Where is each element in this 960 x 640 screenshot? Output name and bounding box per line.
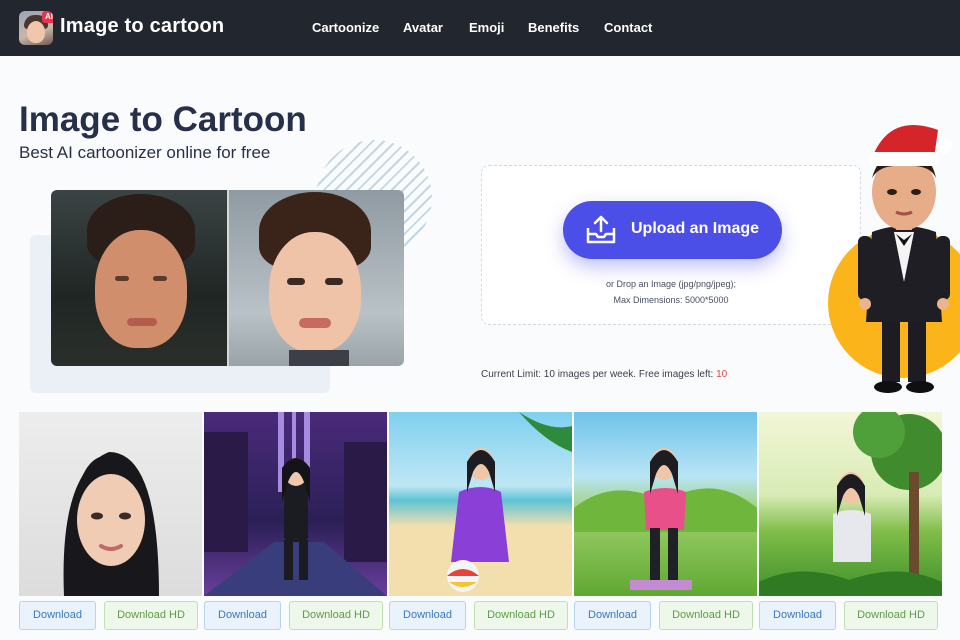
cartoon-meadow-image (574, 448, 757, 590)
ai-badge: AI (42, 11, 53, 23)
page-title: Image to Cartoon (19, 100, 307, 139)
free-images-left: 10 (716, 369, 728, 380)
gallery-tile-4[interactable] (574, 412, 757, 596)
drop-hint: or Drop an Image (jpg/png/jpeg); (605, 279, 737, 289)
nav-link-benefits[interactable]: Benefits (528, 20, 579, 35)
download-button-5[interactable]: Download (759, 601, 836, 630)
download-button-2[interactable]: Download (204, 601, 281, 630)
limit-text: Current Limit: 10 images per week. Free … (481, 369, 714, 380)
logo-avatar-icon[interactable]: AI (19, 11, 53, 45)
upload-button-label: Upload an Image (631, 220, 760, 237)
gallery-tile-2[interactable] (204, 412, 387, 596)
nav-link-emoji[interactable]: Emoji (469, 20, 504, 35)
page-subtitle: Best AI cartoonizer online for free (19, 143, 271, 162)
nav-link-cartoonize[interactable]: Cartoonize (312, 20, 379, 35)
after-photo (229, 190, 404, 366)
cartoon-city-image (204, 412, 387, 596)
max-dimensions-hint: Max Dimensions: 5000*5000 (613, 295, 729, 305)
download-button-3[interactable]: Download (389, 601, 466, 630)
download-hd-button-4[interactable]: Download HD (659, 601, 753, 630)
cartoon-tree-image (759, 412, 942, 596)
nav-link-avatar[interactable]: Avatar (403, 20, 443, 35)
top-navbar: AI Image to cartoon Cartoonize Avatar Em… (0, 0, 960, 56)
usage-limit: Current Limit: 10 images per week. Free … (481, 369, 727, 380)
cartoon-portrait-image (63, 452, 159, 596)
gallery-tile-1[interactable] (19, 412, 202, 596)
before-after-image (51, 190, 404, 366)
upload-image-button[interactable]: Upload an Image (563, 201, 782, 259)
download-button-4[interactable]: Download (574, 601, 651, 630)
download-hd-button-2[interactable]: Download HD (289, 601, 383, 630)
download-hd-button-5[interactable]: Download HD (844, 601, 938, 630)
gallery-tile-3[interactable] (389, 412, 572, 596)
brand-name[interactable]: Image to cartoon (60, 15, 224, 38)
cartoon-beach-image (447, 412, 572, 592)
nav-link-contact[interactable]: Contact (604, 20, 652, 35)
before-photo (51, 190, 228, 366)
download-hd-button-1[interactable]: Download HD (104, 601, 198, 630)
download-hd-button-3[interactable]: Download HD (474, 601, 568, 630)
upload-tray-icon (586, 215, 616, 244)
santa-cartoon-illustration (858, 124, 952, 393)
gallery-tile-5[interactable] (759, 412, 942, 596)
download-button-1[interactable]: Download (19, 601, 96, 630)
